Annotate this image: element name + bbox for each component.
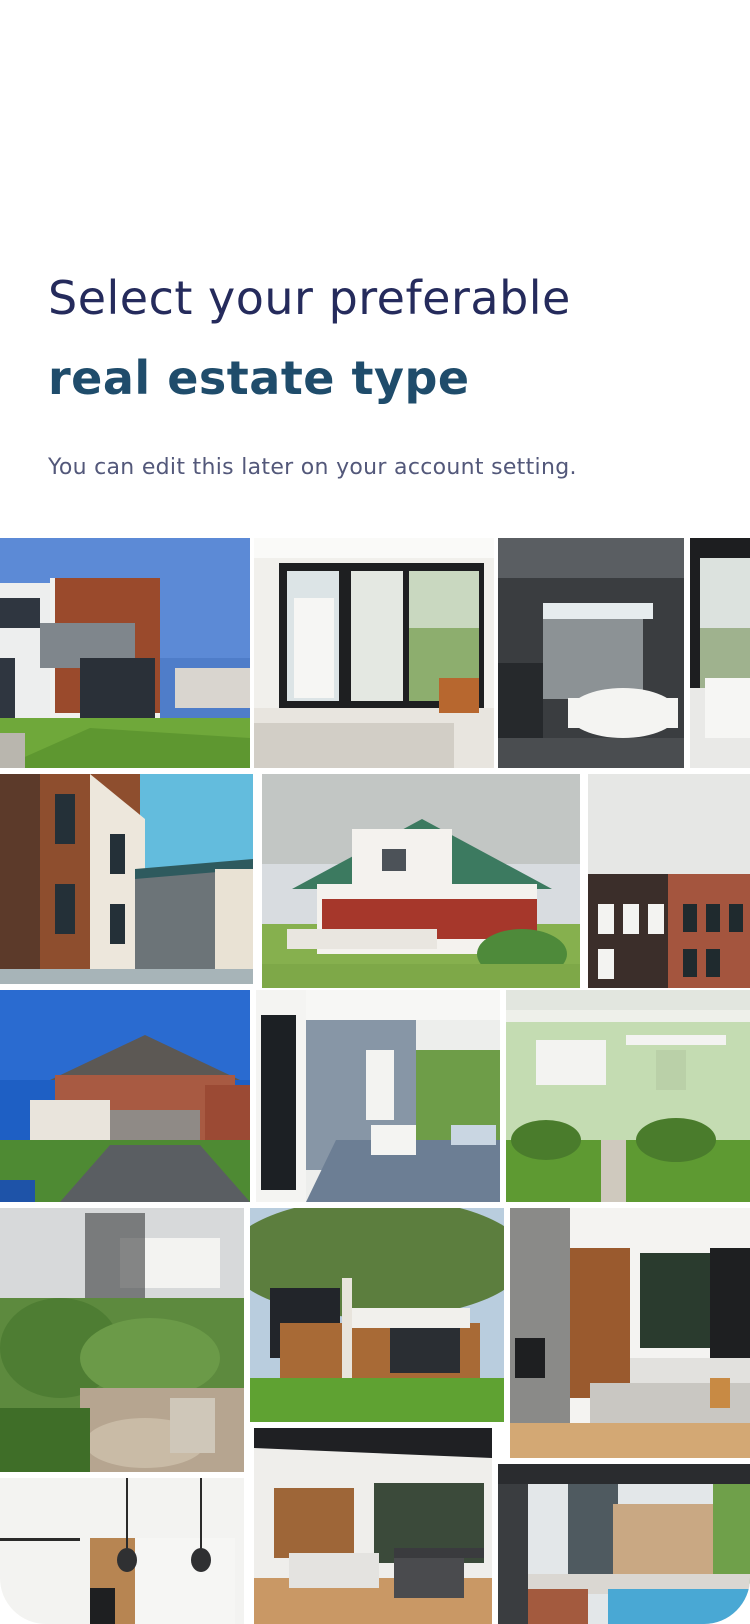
page-title: Select your preferable real estate type [48,258,708,418]
tile-porch[interactable] [256,990,500,1202]
title-line-bold: real estate type [48,351,470,405]
kitchen-pendants-photo [0,1478,244,1624]
tile-cottage-garden[interactable] [0,1208,244,1472]
townhouse-facade-photo [0,774,253,984]
tile-bathroom[interactable] [498,538,684,768]
bathroom-photo [498,538,684,768]
page-subtitle: You can edit this later on your account … [48,455,577,480]
brick-suburban-house-photo [0,990,250,1202]
tile-brick-rowhouses[interactable] [588,774,750,988]
tile-interior[interactable] [690,538,750,768]
tile-living-room-fireplace[interactable] [510,1208,750,1458]
craftsman-house-photo [262,774,580,988]
tile-townhouse-facade[interactable] [0,774,253,984]
pool-courtyard-photo [498,1464,750,1624]
green-bungalow-photo [506,990,750,1202]
tile-craftsman-house[interactable] [262,774,580,988]
tile-kitchen-pendants[interactable] [0,1478,244,1624]
interior-photo [690,538,750,768]
tile-backyard-modern-house[interactable] [250,1208,504,1422]
porch-photo [256,990,500,1202]
tile-green-bungalow[interactable] [506,990,750,1202]
tile-pool-courtyard[interactable] [498,1464,750,1624]
backyard-modern-house-photo [250,1208,504,1422]
tile-open-living-dining[interactable] [254,1428,492,1624]
onboarding-screen: Select your preferable real estate type … [0,0,750,1624]
tile-brick-suburban-house[interactable] [0,990,250,1202]
living-room-fireplace-photo [510,1208,750,1458]
title-line-regular: Select your preferable [48,271,571,325]
tile-modern-house[interactable] [0,538,250,768]
tile-bedroom-balcony[interactable] [254,538,494,768]
brick-rowhouses-photo [588,774,750,988]
real-estate-type-gallery [0,538,750,1624]
cottage-garden-photo [0,1208,244,1472]
open-living-dining-photo [254,1428,492,1624]
bedroom-balcony-photo [254,538,494,768]
modern-house-photo [0,538,250,768]
